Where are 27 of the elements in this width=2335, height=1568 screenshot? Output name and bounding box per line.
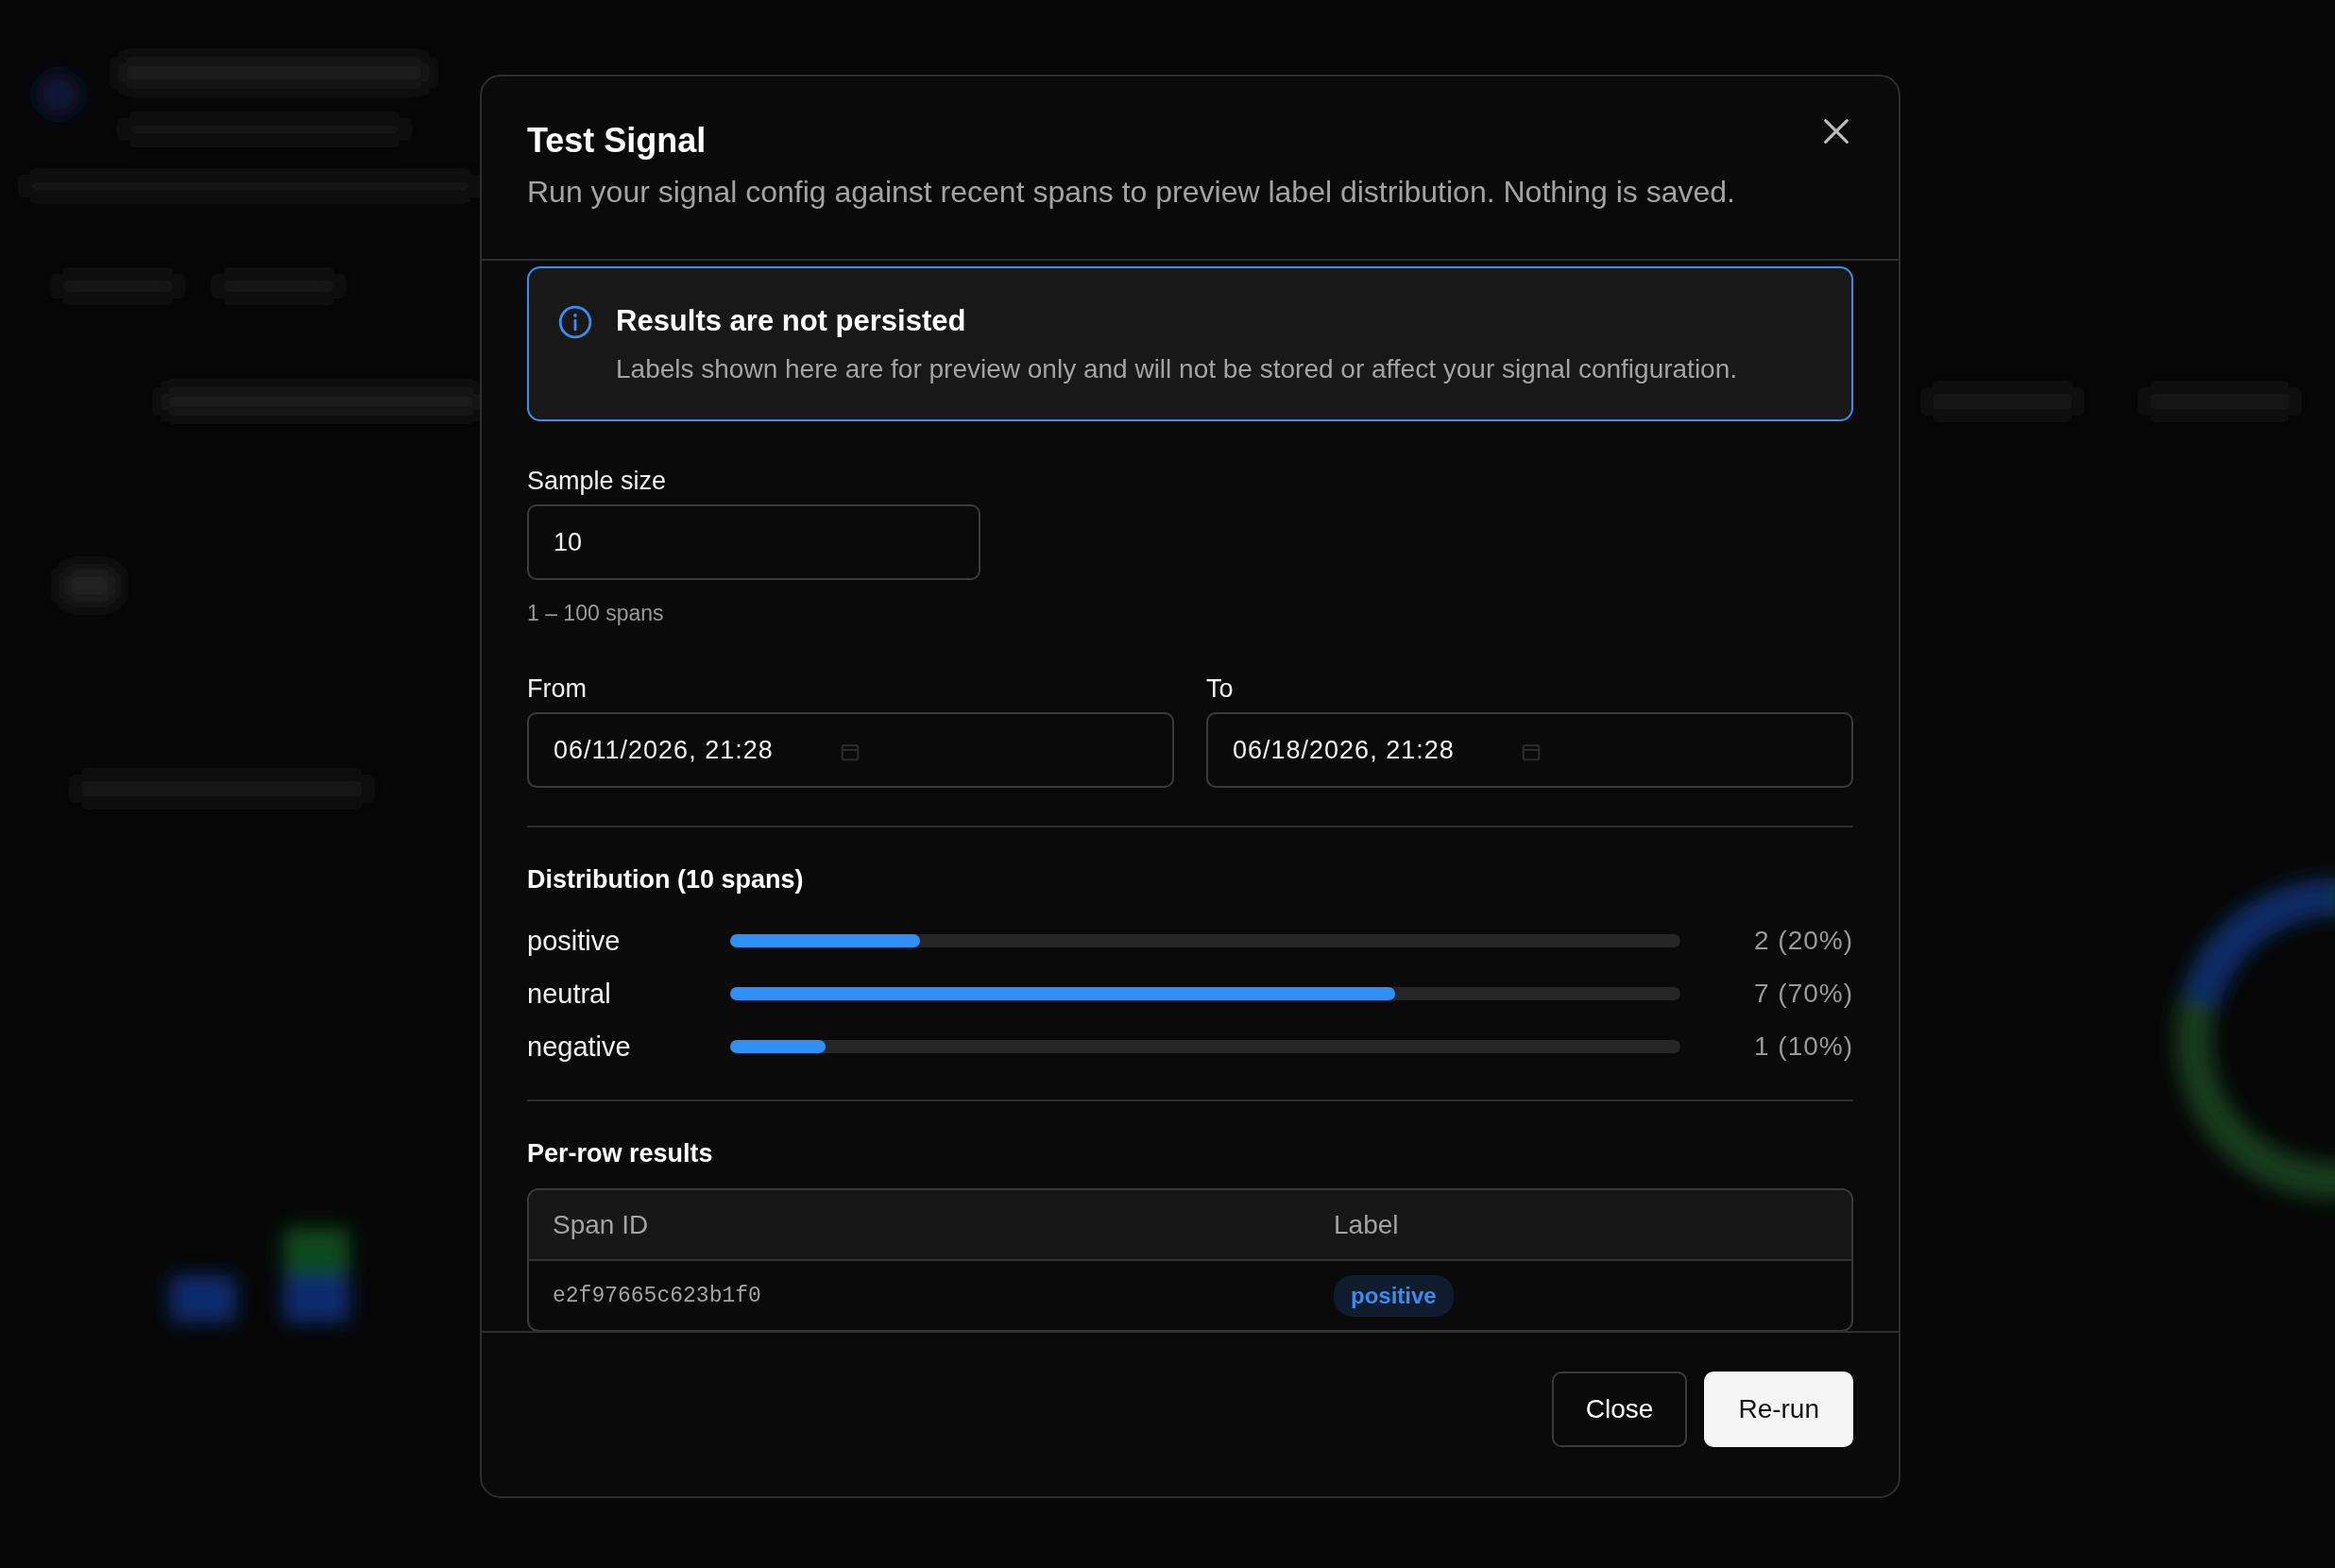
date-field[interactable]: 06/11/2026, 21:28 <box>527 712 1174 788</box>
notice-text: Labels shown here are for preview only and will not be stored or affect your signal configuration. <box>616 354 1738 384</box>
section-title: Distribution (10 spans) <box>527 864 805 895</box>
label-tag: positive <box>1334 1274 1454 1317</box>
blurred-avatar <box>36 72 81 117</box>
label-name: negative <box>527 1031 632 1063</box>
number-field[interactable]: 10 <box>527 504 980 580</box>
field-label: To <box>1206 673 1235 705</box>
dialog-description: Run your signal config against recent spans to preview label distribution. Nothing is saved. <box>527 174 1736 211</box>
helper-text: 1 – 100 spans <box>527 600 665 627</box>
dialog-title: Test Signal <box>527 120 707 162</box>
table-cell-text: e2f97665c623b1f0 <box>552 1283 762 1308</box>
date-field[interactable]: 06/18/2026, 21:28 <box>1206 712 1853 788</box>
info-icon <box>557 304 593 340</box>
label-name: positive <box>527 925 622 957</box>
close-button[interactable]: Close <box>1551 1371 1688 1447</box>
section-title: Per-row results <box>527 1138 714 1169</box>
field-label: Sample size <box>527 466 668 497</box>
label-name: neutral <box>527 978 612 1010</box>
notice-title: Results are not persisted <box>616 303 967 339</box>
column-header: Span ID <box>552 1209 650 1240</box>
rerun-button[interactable]: Re-run <box>1704 1371 1853 1447</box>
count-reading: 1 (10%) <box>1752 1031 1853 1062</box>
field-label: From <box>527 673 588 705</box>
count-reading: 7 (70%) <box>1752 979 1853 1009</box>
column-header: Label <box>1334 1209 1399 1240</box>
count-reading: 2 (20%) <box>1752 926 1853 956</box>
